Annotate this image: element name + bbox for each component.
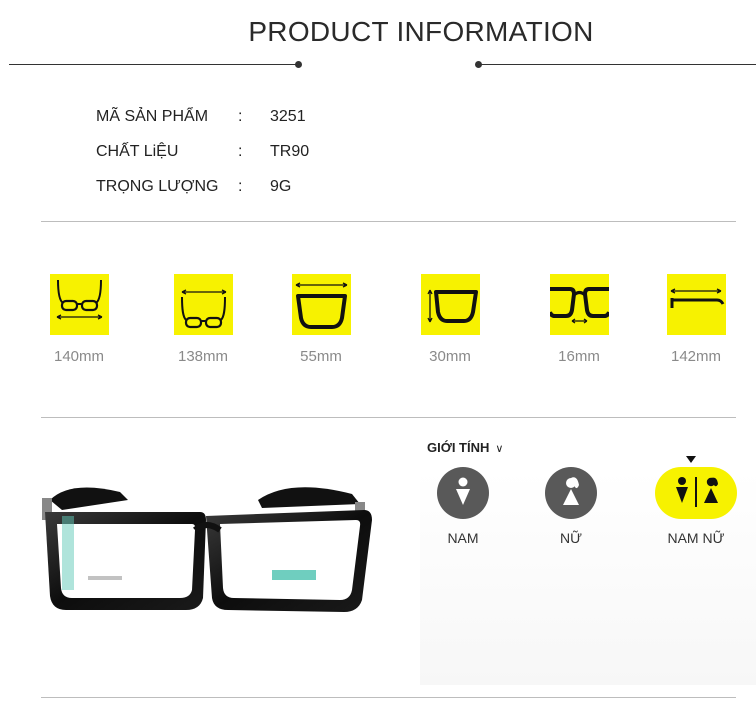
lens-height-icon (420, 274, 480, 335)
measurement-item: 142mm (641, 274, 751, 365)
gender-option-female[interactable]: NỮ (533, 467, 609, 546)
spec-colon: : (238, 108, 243, 125)
spec-value: 3251 (270, 108, 306, 125)
measurement-value: 30mm (429, 348, 471, 365)
gender-option-label: NAM (447, 530, 479, 546)
frame-width-bottom-icon (173, 274, 233, 335)
chevron-down-icon: ∨ (495, 443, 504, 455)
spec-label: MÃ SẢN PHẨM (96, 108, 209, 125)
divider (41, 417, 736, 418)
selected-pointer-icon (686, 456, 696, 463)
frame-width-top-icon (49, 274, 109, 335)
measurement-item: 140mm (24, 274, 134, 365)
page-title: PRODUCT INFORMATION (248, 16, 594, 47)
measurement-value: 142mm (670, 348, 722, 365)
title-line-left (9, 64, 299, 65)
measurement-item: 138mm (148, 274, 258, 365)
spec-label: TRỌNG LƯỢNG (96, 178, 219, 195)
title-line-right (480, 64, 756, 65)
product-image (0, 420, 400, 690)
gender-option-male[interactable]: NAM (425, 467, 501, 546)
temple-length-icon (666, 274, 726, 335)
measurement-item: 30mm (395, 274, 505, 365)
bridge-width-icon (549, 274, 609, 335)
measurement-value: 16mm (558, 348, 600, 365)
spec-colon: : (238, 178, 243, 195)
spec-value: TR90 (270, 143, 310, 160)
spec-value: 9G (270, 178, 292, 195)
divider (41, 221, 736, 222)
male-icon (437, 467, 489, 519)
gender-title[interactable]: GIỚI TÍNH ∨ (427, 440, 503, 455)
measurement-item: 16mm (524, 274, 634, 365)
spec-label: CHẤT LiỆU (96, 143, 179, 160)
gender-title-label: GIỚI TÍNH (427, 440, 490, 455)
lens-width-icon (291, 274, 351, 335)
measurement-value: 138mm (177, 348, 229, 365)
measurement-value: 55mm (300, 348, 342, 365)
unisex-icon (655, 467, 737, 519)
measurement-value: 140mm (53, 348, 105, 365)
spec-colon: : (238, 143, 243, 160)
title-dot-left (295, 61, 302, 68)
female-icon (545, 467, 597, 519)
divider (41, 697, 736, 698)
gender-option-label: NỮ (559, 530, 583, 546)
gender-option-unisex[interactable]: NAM NỮ (650, 467, 742, 546)
gender-option-label: NAM NỮ (667, 530, 725, 546)
measurement-item: 55mm (266, 274, 376, 365)
